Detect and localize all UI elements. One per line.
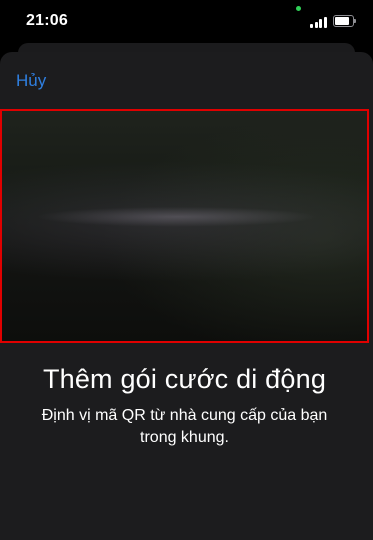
status-bar: 21:06 [0, 0, 373, 44]
privacy-indicator-dot [296, 6, 301, 11]
battery-icon [333, 15, 356, 27]
page-title: Thêm gói cước di động [42, 364, 327, 394]
cancel-button[interactable]: Hủy [16, 71, 46, 91]
qr-scan-frame [0, 109, 369, 343]
modal-sheet: Hủy Thêm gói cước di động Định vị mã QR … [0, 52, 373, 540]
instruction-text: Định vị mã QR từ nhà cung cấp của bạn tr… [41, 407, 328, 446]
camera-viewfinder [2, 111, 367, 341]
status-time: 21:06 [26, 12, 68, 29]
signal-bars-icon [310, 16, 328, 28]
